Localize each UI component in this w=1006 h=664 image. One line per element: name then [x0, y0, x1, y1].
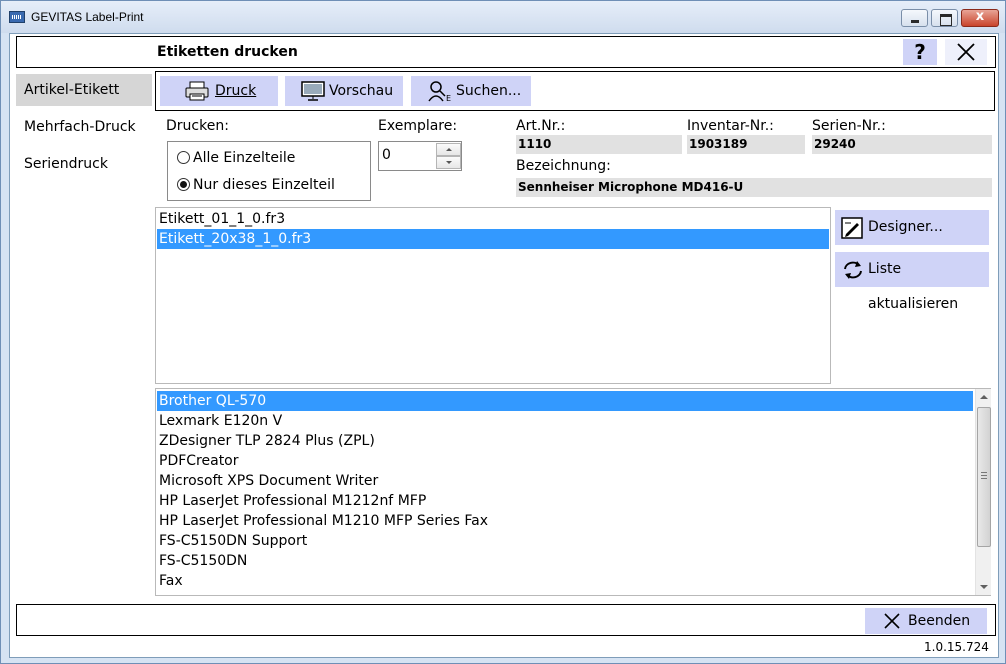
print-button-label: Druck	[215, 83, 257, 99]
list-item[interactable]: Etikett_01_1_0.fr3	[157, 209, 829, 229]
list-item[interactable]: Etikett_20x38_1_0.fr3	[157, 229, 829, 249]
search-button-label: Suchen...	[456, 83, 522, 99]
label-file-list[interactable]: Etikett_01_1_0.fr3 Etikett_20x38_1_0.fr3	[155, 207, 831, 384]
copies-label: Exemplare:	[378, 118, 458, 134]
scroll-down-button[interactable]	[976, 579, 992, 595]
help-button[interactable]: ?	[903, 39, 937, 65]
edit-document-icon	[841, 217, 863, 239]
radio-single-part-label[interactable]: Nur dieses Einzelteil	[193, 177, 335, 193]
designer-button-label: Designer...	[868, 219, 943, 235]
preview-button[interactable]: Vorschau	[285, 76, 403, 106]
copies-value[interactable]: 0	[382, 147, 391, 163]
bezeichnung-value: Sennheiser Microphone MD416-U	[516, 178, 992, 197]
maximize-button[interactable]	[931, 9, 958, 27]
list-item[interactable]: FS-C5150DN Support	[157, 531, 973, 551]
sidebar-item-artikel-etikett[interactable]: Artikel-Etikett	[16, 74, 152, 106]
version-label: 1.0.15.724	[924, 640, 989, 654]
print-button[interactable]: Druck	[160, 76, 278, 106]
quit-button-label: Beenden	[908, 613, 971, 629]
printer-list[interactable]: Brother QL-570 Lexmark E120n V ZDesigner…	[155, 388, 991, 596]
quit-button[interactable]: Beenden	[865, 608, 987, 634]
footer: Beenden	[16, 604, 996, 636]
minimize-button[interactable]	[901, 9, 928, 27]
print-options-label: Drucken:	[166, 118, 229, 134]
header: Etiketten drucken ?	[16, 36, 996, 68]
client-area: Etiketten drucken ? Artikel-Etikett Mehr…	[9, 33, 999, 658]
inventar-nr-value: 1903189	[687, 135, 805, 154]
svg-text:E: E	[446, 94, 451, 102]
designer-button[interactable]: Designer...	[835, 210, 989, 245]
copies-stepper[interactable]: 0	[378, 141, 462, 171]
close-icon	[884, 613, 900, 629]
list-item[interactable]: FS-C5150DN	[157, 551, 973, 571]
inventar-nr-label: Inventar-Nr.:	[687, 118, 774, 134]
sidebar: Artikel-Etikett Mehrfach-Druck Seriendru…	[16, 72, 154, 592]
radio-all-parts-label[interactable]: Alle Einzelteile	[193, 150, 295, 166]
art-nr-value: 1110	[516, 135, 682, 154]
close-icon	[957, 43, 975, 61]
radio-single-part[interactable]	[177, 178, 190, 191]
list-item[interactable]: Microsoft XPS Document Writer	[157, 471, 973, 491]
list-item[interactable]: Lexmark E120n V	[157, 411, 973, 431]
print-options-group: Alle Einzelteile Nur dieses Einzelteil	[167, 141, 371, 201]
refresh-icon	[844, 261, 862, 279]
list-item[interactable]: PDFCreator	[157, 451, 973, 471]
printer-list-scrollbar[interactable]	[975, 389, 991, 595]
serien-nr-value: 29240	[812, 135, 992, 154]
scroll-up-button[interactable]	[976, 389, 992, 405]
copies-decrement-button[interactable]	[436, 156, 461, 169]
monitor-icon	[301, 81, 325, 101]
refresh-list-button-label: Liste aktualisieren	[868, 261, 959, 312]
sidebar-item-seriendruck[interactable]: Seriendruck	[16, 148, 152, 180]
refresh-list-button[interactable]: Liste aktualisieren	[835, 252, 989, 312]
scrollbar-thumb[interactable]	[977, 407, 991, 547]
list-item[interactable]: HP LaserJet Professional M1212nf MFP	[157, 491, 973, 511]
art-nr-label: Art.Nr.:	[516, 118, 566, 134]
app-window: GEVITAS Label-Print x Etiketten drucken …	[0, 0, 1006, 664]
page-title: Etiketten drucken	[157, 44, 298, 60]
printer-icon	[185, 81, 209, 101]
sidebar-item-mehrfach-druck[interactable]: Mehrfach-Druck	[16, 111, 152, 143]
list-item[interactable]: Fax	[157, 571, 973, 591]
list-item[interactable]: HP LaserJet Professional M1210 MFP Serie…	[157, 511, 973, 531]
serien-nr-label: Serien-Nr.:	[812, 118, 886, 134]
list-item[interactable]: ZDesigner TLP 2824 Plus (ZPL)	[157, 431, 973, 451]
grip-icon	[981, 472, 987, 479]
toolbar: Druck Vorschau E Suchen...	[155, 71, 995, 111]
preview-button-label: Vorschau	[329, 83, 394, 99]
window-close-button[interactable]: x	[961, 9, 999, 27]
window-title: GEVITAS Label-Print	[31, 10, 144, 24]
barcode-app-icon	[9, 11, 25, 23]
search-button[interactable]: E Suchen...	[411, 76, 531, 106]
title-bar[interactable]: GEVITAS Label-Print x	[1, 1, 1005, 33]
copies-increment-button[interactable]	[436, 143, 461, 156]
radio-all-parts[interactable]	[177, 151, 190, 164]
close-icon: x	[975, 9, 985, 24]
list-item[interactable]: Brother QL-570	[157, 391, 973, 411]
close-dialog-button[interactable]	[945, 39, 987, 65]
person-search-icon: E	[428, 81, 451, 102]
bezeichnung-label: Bezeichnung:	[516, 158, 611, 174]
